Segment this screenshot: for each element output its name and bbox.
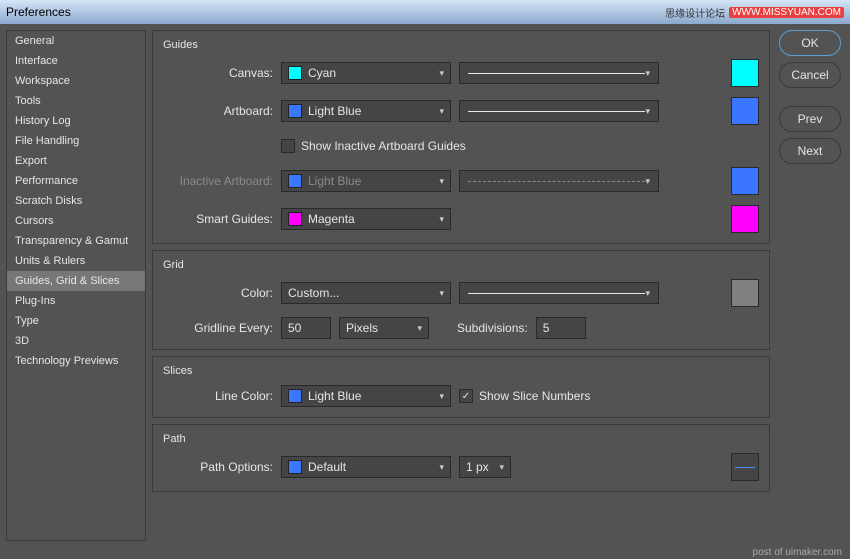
canvas-linestyle-select[interactable]: ▾ (459, 62, 659, 84)
chevron-down-icon: ▾ (499, 462, 504, 473)
chevron-down-icon: ▾ (439, 106, 444, 117)
grid-color-label: Color: (163, 286, 273, 300)
watermark: 思缘设计论坛 WWW.MISSYUAN.COM (665, 5, 844, 20)
smart-color-swatch[interactable] (731, 205, 759, 233)
chevron-down-icon: ▾ (439, 391, 444, 402)
slices-group: Slices Line Color: Light Blue ▾ ✓ Show S… (152, 356, 770, 418)
sidebar-item-units-rulers[interactable]: Units & Rulers (7, 251, 145, 271)
chevron-down-icon: ▾ (439, 176, 444, 187)
next-button[interactable]: Next (779, 138, 841, 164)
canvas-select[interactable]: Cyan ▾ (281, 62, 451, 84)
window-title: Preferences (6, 5, 71, 19)
chevron-down-icon: ▾ (645, 106, 650, 117)
category-sidebar: GeneralInterfaceWorkspaceToolsHistory Lo… (6, 30, 146, 541)
show-inactive-checkbox[interactable] (281, 139, 295, 153)
ok-button[interactable]: OK (779, 30, 841, 56)
inactive-linestyle-select: ▾ (459, 170, 659, 192)
canvas-swatch-icon (288, 66, 302, 80)
path-options-label: Path Options: (163, 460, 273, 474)
main-panel: Guides Canvas: Cyan ▾ ▾ Artboard: L (152, 30, 770, 541)
gridline-every-label: Gridline Every: (163, 321, 273, 335)
chevron-down-icon: ▾ (439, 462, 444, 473)
chevron-down-icon: ▾ (645, 68, 650, 79)
artboard-select[interactable]: Light Blue ▾ (281, 100, 451, 122)
slices-title: Slices (163, 365, 759, 377)
sidebar-item-scratch-disks[interactable]: Scratch Disks (7, 191, 145, 211)
guides-title: Guides (163, 39, 759, 51)
titlebar: Preferences 思缘设计论坛 WWW.MISSYUAN.COM (0, 0, 850, 24)
right-buttons: OK Cancel Prev Next (776, 30, 844, 541)
grid-group: Grid Color: Custom... ▾ ▾ Gridline Every… (152, 250, 770, 350)
sidebar-item-3d[interactable]: 3D (7, 331, 145, 351)
sidebar-item-cursors[interactable]: Cursors (7, 211, 145, 231)
chevron-down-icon: ▾ (645, 288, 650, 299)
subdivisions-label: Subdivisions: (457, 321, 528, 335)
sidebar-item-technology-previews[interactable]: Technology Previews (7, 351, 145, 371)
grid-linestyle-select[interactable]: ▾ (459, 282, 659, 304)
canvas-color-swatch[interactable] (731, 59, 759, 87)
grid-title: Grid (163, 259, 759, 271)
prev-button[interactable]: Prev (779, 106, 841, 132)
artboard-linestyle-select[interactable]: ▾ (459, 100, 659, 122)
sidebar-item-plug-ins[interactable]: Plug-Ins (7, 291, 145, 311)
chevron-down-icon: ▾ (645, 176, 650, 187)
path-swatch-icon (288, 460, 302, 474)
sidebar-item-workspace[interactable]: Workspace (7, 71, 145, 91)
chevron-down-icon: ▾ (439, 288, 444, 299)
sidebar-item-general[interactable]: General (7, 31, 145, 51)
path-preview-swatch[interactable] (731, 453, 759, 481)
sidebar-item-type[interactable]: Type (7, 311, 145, 331)
artboard-color-swatch[interactable] (731, 97, 759, 125)
gridline-unit-select[interactable]: Pixels ▾ (339, 317, 429, 339)
path-title: Path (163, 433, 759, 445)
inactive-swatch-icon (288, 174, 302, 188)
artboard-label: Artboard: (163, 104, 273, 118)
sidebar-item-history-log[interactable]: History Log (7, 111, 145, 131)
chevron-down-icon: ▾ (439, 68, 444, 79)
grid-color-select[interactable]: Custom... ▾ (281, 282, 451, 304)
slice-swatch-icon (288, 389, 302, 403)
footer-watermark: post of uimaker.com (753, 547, 842, 558)
show-slice-numbers-checkbox[interactable]: ✓ (459, 389, 473, 403)
path-width-select[interactable]: 1 px ▾ (459, 456, 511, 478)
sidebar-item-tools[interactable]: Tools (7, 91, 145, 111)
inactive-artboard-label: Inactive Artboard: (163, 174, 273, 188)
artboard-swatch-icon (288, 104, 302, 118)
slice-color-label: Line Color: (163, 389, 273, 403)
subdivisions-input[interactable] (536, 317, 586, 339)
canvas-label: Canvas: (163, 66, 273, 80)
sidebar-item-transparency-gamut[interactable]: Transparency & Gamut (7, 231, 145, 251)
grid-color-swatch[interactable] (731, 279, 759, 307)
sidebar-item-file-handling[interactable]: File Handling (7, 131, 145, 151)
show-slice-numbers-label: Show Slice Numbers (479, 389, 590, 403)
path-options-select[interactable]: Default ▾ (281, 456, 451, 478)
sidebar-item-interface[interactable]: Interface (7, 51, 145, 71)
window-body: GeneralInterfaceWorkspaceToolsHistory Lo… (0, 24, 850, 547)
guides-group: Guides Canvas: Cyan ▾ ▾ Artboard: L (152, 30, 770, 244)
sidebar-item-export[interactable]: Export (7, 151, 145, 171)
path-group: Path Path Options: Default ▾ 1 px ▾ (152, 424, 770, 492)
preferences-window: Preferences 思缘设计论坛 WWW.MISSYUAN.COM Gene… (0, 0, 850, 559)
chevron-down-icon: ▾ (439, 214, 444, 225)
sidebar-item-guides-grid-slices[interactable]: Guides, Grid & Slices (7, 271, 145, 291)
sidebar-item-performance[interactable]: Performance (7, 171, 145, 191)
smart-guides-label: Smart Guides: (163, 212, 273, 226)
smart-swatch-icon (288, 212, 302, 226)
show-inactive-label: Show Inactive Artboard Guides (301, 139, 466, 153)
inactive-color-swatch[interactable] (731, 167, 759, 195)
smart-guides-select[interactable]: Magenta ▾ (281, 208, 451, 230)
cancel-button[interactable]: Cancel (779, 62, 841, 88)
slice-color-select[interactable]: Light Blue ▾ (281, 385, 451, 407)
gridline-every-input[interactable] (281, 317, 331, 339)
inactive-artboard-select: Light Blue ▾ (281, 170, 451, 192)
chevron-down-icon: ▾ (417, 323, 422, 334)
